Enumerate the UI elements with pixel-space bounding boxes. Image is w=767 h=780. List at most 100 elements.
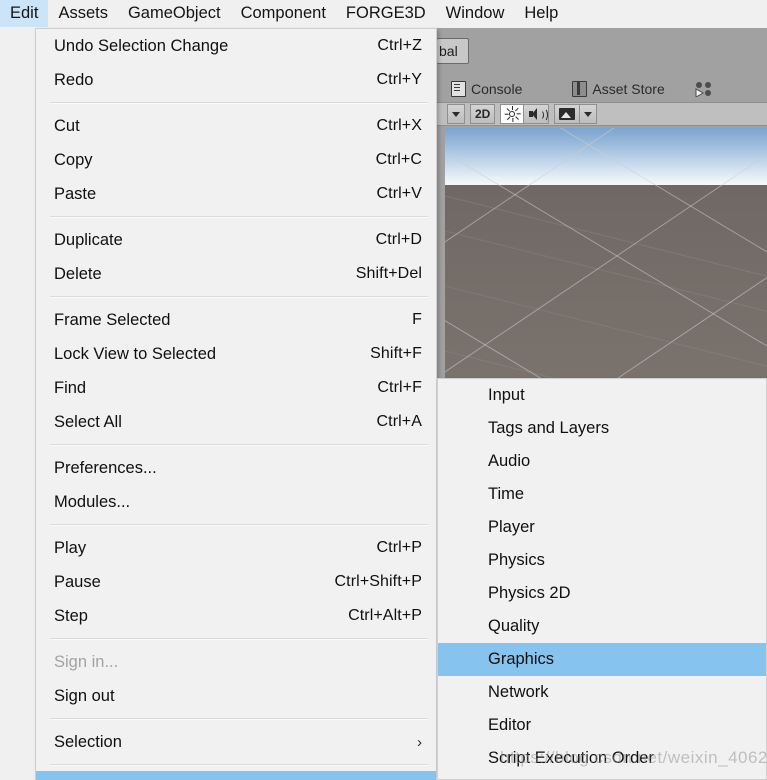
menu-item-paste[interactable]: Paste Ctrl+V	[36, 177, 436, 211]
menu-item-sign-out[interactable]: Sign out	[36, 679, 436, 713]
menu-item-pause[interactable]: Pause Ctrl+Shift+P	[36, 565, 436, 599]
toggle-lighting-button[interactable]	[500, 104, 525, 124]
menu-item-label: Play	[54, 538, 87, 557]
menu-item-project-settings[interactable]: Project Settings›	[36, 771, 436, 780]
menu-item-label: Sign in...	[54, 652, 119, 671]
tab-console-label: Console	[471, 81, 523, 97]
scene-sky	[445, 128, 767, 185]
menu-item-label: Sign out	[54, 686, 115, 705]
menu-item-frame-selected[interactable]: Frame Selected F	[36, 303, 436, 337]
menu-item-shortcut: Ctrl+Z	[377, 37, 422, 54]
toggle-image-effects-button[interactable]	[554, 104, 581, 124]
console-icon	[451, 81, 466, 97]
menu-item-shortcut: Shift+F	[370, 345, 422, 362]
menu-item-shortcut: Ctrl+X	[376, 117, 422, 134]
submenu-item-label: Graphics	[488, 650, 555, 668]
submenu-item-label: Input	[488, 386, 525, 404]
menu-item-label: Delete	[54, 264, 102, 283]
menu-item-label: Undo Selection Change	[54, 36, 229, 55]
submenu-item-physics[interactable]: Physics	[438, 544, 766, 577]
submenu-item-label: Script Execution Order	[488, 749, 654, 767]
menu-item-copy[interactable]: Copy Ctrl+C	[36, 143, 436, 177]
submenu-item-player[interactable]: Player	[438, 511, 766, 544]
submenu-item-physics-2d[interactable]: Physics 2D	[438, 577, 766, 610]
menubar-item-label: Component	[240, 4, 326, 22]
menubar-item-gameobject[interactable]: GameObject	[118, 0, 231, 27]
menubar-item-help[interactable]: Help	[514, 0, 568, 27]
project-settings-submenu: Input Tags and Layers Audio Time Player Physi…	[437, 378, 767, 780]
menu-item-shortcut: Ctrl+C	[375, 151, 422, 168]
pivot-global-toggle[interactable]: bal	[437, 38, 469, 64]
menu-item-undo-selection-change[interactable]: Undo Selection Change Ctrl+Z	[36, 29, 436, 63]
menu-separator	[50, 718, 428, 720]
lighting-icon	[504, 106, 521, 122]
submenu-item-label: Player	[488, 518, 535, 536]
submenu-item-label: Network	[488, 683, 549, 701]
menu-separator	[50, 296, 428, 298]
submenu-item-label: Tags and Layers	[488, 419, 610, 437]
menubar-item-edit[interactable]: Edit	[0, 0, 49, 27]
menu-item-label: Modules...	[54, 492, 131, 511]
menu-item-shortcut: Ctrl+Y	[376, 71, 422, 88]
submenu-item-tags-and-layers[interactable]: Tags and Layers	[438, 412, 766, 445]
audio-icon	[528, 107, 549, 122]
submenu-item-input[interactable]: Input	[438, 379, 766, 412]
menubar-item-forge3d[interactable]: FORGE3D	[336, 0, 436, 27]
submenu-item-quality[interactable]: Quality	[438, 610, 766, 643]
menu-item-select-all[interactable]: Select All Ctrl+A	[36, 405, 436, 439]
menu-item-preferences[interactable]: Preferences...	[36, 451, 436, 485]
menu-item-play[interactable]: Play Ctrl+P	[36, 531, 436, 565]
menu-item-label: Redo	[54, 70, 94, 89]
menubar-item-component[interactable]: Component	[231, 0, 336, 27]
menu-item-shortcut: F	[412, 311, 422, 328]
submenu-item-audio[interactable]: Audio	[438, 445, 766, 478]
toggle-audio-button[interactable]	[523, 104, 550, 124]
submenu-item-label: Physics	[488, 551, 545, 569]
menubar-item-label: Edit	[10, 4, 39, 22]
menubar-item-window[interactable]: Window	[436, 0, 515, 27]
scene-effects-dropdown-button[interactable]	[579, 104, 598, 124]
services-icon	[695, 81, 713, 98]
menu-item-lock-view-to-selected[interactable]: Lock View to Selected Shift+F	[36, 337, 436, 371]
menubar-item-assets[interactable]: Assets	[48, 0, 118, 27]
menubar-item-label: FORGE3D	[345, 4, 426, 22]
menu-item-cut[interactable]: Cut Ctrl+X	[36, 109, 436, 143]
chevron-down-icon	[452, 111, 460, 117]
submenu-item-network[interactable]: Network	[438, 676, 766, 709]
draw-mode-dropdown-button[interactable]	[447, 104, 465, 124]
menubar-item-label: Help	[524, 4, 559, 22]
tab-asset-store[interactable]: Asset Store	[568, 76, 674, 102]
chevron-down-icon	[584, 111, 593, 117]
menu-separator	[50, 102, 428, 104]
menu-item-shortcut: Ctrl+Alt+P	[348, 607, 422, 624]
submenu-item-script-execution-order[interactable]: Script Execution Order	[438, 742, 766, 775]
submenu-item-editor[interactable]: Editor	[438, 709, 766, 742]
submenu-item-graphics[interactable]: Graphics	[438, 643, 766, 676]
scene-toolbar: 2D	[437, 102, 767, 126]
menu-item-label: Find	[54, 378, 87, 397]
menu-item-label: Step	[54, 606, 88, 625]
unity-editor-screen: bal Console Asset Store 2D Edit Assets G…	[0, 0, 767, 780]
submenu-item-time[interactable]: Time	[438, 478, 766, 511]
menu-item-redo[interactable]: Redo Ctrl+Y	[36, 63, 436, 97]
menu-item-step[interactable]: Step Ctrl+Alt+P	[36, 599, 436, 633]
submenu-item-label: Physics 2D	[488, 584, 571, 602]
menu-item-label: Pause	[54, 572, 101, 591]
menu-item-label: Cut	[54, 116, 80, 135]
menu-item-duplicate[interactable]: Duplicate Ctrl+D	[36, 223, 436, 257]
edit-dropdown-menu: Undo Selection Change Ctrl+Z Redo Ctrl+Y Cut…	[35, 28, 437, 780]
menu-item-shortcut: Shift+Del	[355, 265, 422, 282]
menu-item-label: Duplicate	[54, 230, 123, 249]
menu-separator	[50, 524, 428, 526]
menu-item-find[interactable]: Find Ctrl+F	[36, 371, 436, 405]
menu-item-label: Copy	[54, 150, 93, 169]
toggle-2d-button[interactable]: 2D	[470, 104, 496, 124]
menubar-item-label: Assets	[58, 4, 108, 22]
menu-item-label: Lock View to Selected	[54, 344, 217, 363]
menu-item-modules[interactable]: Modules...	[36, 485, 436, 519]
scene-view-viewport[interactable]	[445, 128, 767, 378]
menu-item-selection[interactable]: Selection ›	[36, 725, 436, 759]
tab-services[interactable]	[691, 76, 723, 102]
menu-item-delete[interactable]: Delete Shift+Del	[36, 257, 436, 291]
tab-console[interactable]: Console	[437, 76, 532, 102]
